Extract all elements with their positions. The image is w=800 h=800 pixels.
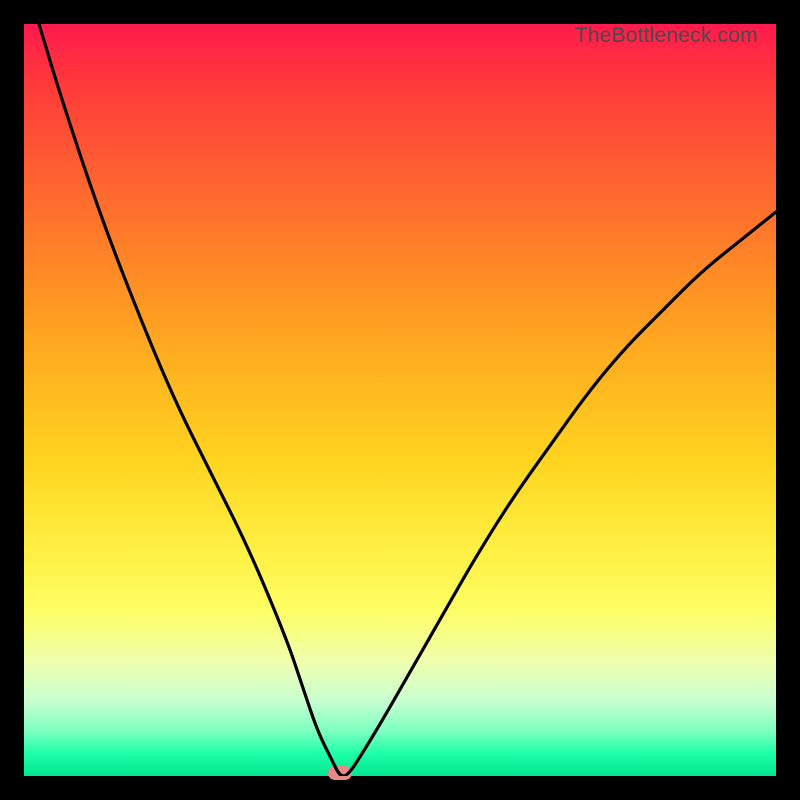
watermark-text: TheBottleneck.com (575, 24, 758, 48)
curve-path (39, 24, 776, 776)
plot-area: TheBottleneck.com (24, 24, 776, 776)
chart-frame: TheBottleneck.com (14, 14, 786, 786)
bottleneck-curve (24, 24, 776, 776)
